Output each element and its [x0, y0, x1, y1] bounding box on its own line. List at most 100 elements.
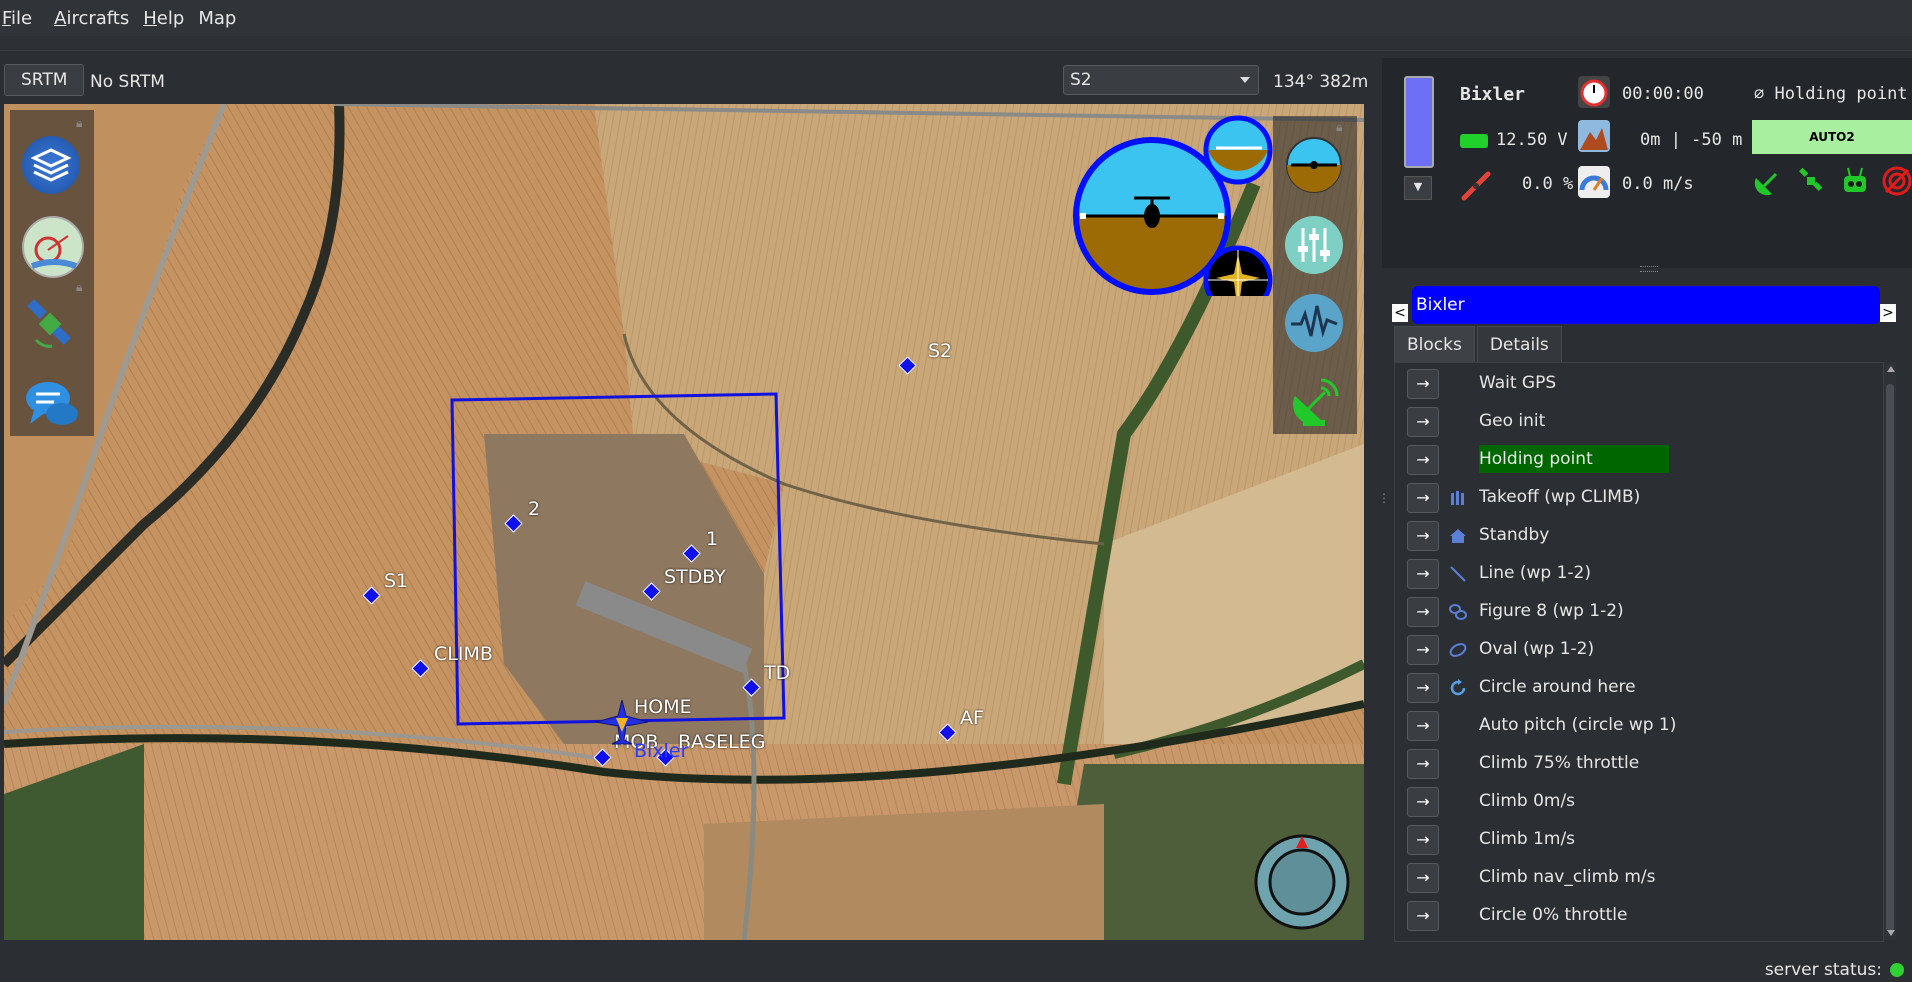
figure8-icon	[1449, 603, 1467, 621]
aircraft-tab-label: Bixler	[1416, 295, 1465, 315]
active-block-label: Holding point	[1479, 445, 1669, 473]
chevron-down-icon[interactable]: ▼	[1404, 176, 1432, 200]
kill-switch-icon[interactable]	[1882, 166, 1912, 196]
block-row[interactable]: → Climb nav_climb m/s	[1395, 859, 1875, 897]
chevron-down-icon	[1240, 77, 1250, 83]
flightplan-icon[interactable]	[22, 216, 84, 278]
waypoint-label: S2	[928, 340, 953, 362]
takeoff-icon	[1449, 489, 1467, 507]
menu-help[interactable]: Help	[143, 8, 194, 29]
server-status-led	[1890, 963, 1904, 977]
home-icon	[1449, 527, 1467, 545]
tab-bar: Blocks Details	[1394, 326, 1564, 364]
map-tool-stack	[10, 110, 94, 436]
antenna-icon[interactable]	[1285, 372, 1343, 430]
menu-bar: File Aircrafts Help Map	[0, 0, 1912, 37]
prev-aircraft-button[interactable]: <	[1392, 304, 1408, 322]
waypoint-label: AF	[960, 707, 984, 729]
battery-voltage: 12.50 V	[1496, 130, 1568, 150]
altitude-readout: 0m | -50 m	[1640, 130, 1743, 150]
goto-block-button[interactable]: →	[1407, 749, 1439, 779]
waypoint-label: TD	[764, 662, 791, 684]
srtm-status: No SRTM	[90, 72, 165, 92]
scroll-down-icon[interactable]	[1887, 930, 1895, 936]
srtm-button[interactable]: SRTM	[4, 64, 85, 96]
goto-block-button[interactable]: →	[1407, 711, 1439, 741]
block-label: Geo init	[1479, 411, 1546, 431]
aircraft-map-label: Bixler	[634, 740, 689, 762]
next-aircraft-button[interactable]: >	[1880, 304, 1896, 322]
tab-blocks[interactable]: Blocks	[1394, 326, 1475, 364]
strip-color-bar[interactable]	[1404, 76, 1434, 168]
throttle-readout: 0.0 %	[1522, 174, 1574, 194]
block-row[interactable]: → Climb 0m/s	[1395, 783, 1875, 821]
aircraft-tab[interactable]: Bixler	[1412, 286, 1880, 324]
sliders-icon[interactable]	[1285, 216, 1343, 274]
server-status-label: server status:	[1764, 960, 1882, 980]
goto-block-button[interactable]: →	[1407, 863, 1439, 893]
goto-block-button[interactable]: →	[1407, 787, 1439, 817]
block-label: Oval (wp 1-2)	[1479, 639, 1595, 659]
goto-block-button[interactable]: →	[1407, 521, 1439, 551]
resize-handle[interactable]	[1640, 266, 1658, 272]
block-label: Standby	[1479, 525, 1550, 545]
mode-badge[interactable]: AUTO2	[1752, 120, 1912, 154]
block-row[interactable]: → Geo init	[1395, 403, 1875, 441]
waveform-icon[interactable]	[1285, 294, 1343, 352]
block-row[interactable]: → Auto pitch (circle wp 1)	[1395, 707, 1875, 745]
attitude-small-icon[interactable]	[1285, 136, 1343, 194]
block-label: Auto pitch (circle wp 1)	[1479, 715, 1677, 735]
goto-block-button[interactable]: →	[1407, 369, 1439, 399]
block-row[interactable]: → Climb 75% throttle	[1395, 745, 1875, 783]
block-row[interactable]: → Wait GPS	[1395, 365, 1875, 403]
block-label: Climb 1m/s	[1479, 829, 1576, 849]
goto-block-button[interactable]: →	[1407, 559, 1439, 589]
gauge-icon	[1578, 166, 1610, 198]
flight-time: 00:00:00	[1622, 84, 1704, 104]
layers-icon[interactable]	[22, 136, 80, 194]
chat-icon[interactable]	[22, 374, 80, 432]
goto-block-button[interactable]: →	[1407, 483, 1439, 513]
goto-block-button[interactable]: →	[1407, 407, 1439, 437]
block-row[interactable]: → Climb 1m/s	[1395, 821, 1875, 859]
block-row[interactable]: → Figure 8 (wp 1-2)	[1395, 593, 1875, 631]
instrument-stack	[1273, 116, 1357, 434]
attitude-indicator[interactable]	[1070, 114, 1274, 296]
block-row[interactable]: → Circle around here	[1395, 669, 1875, 707]
waypoint-label: S1	[384, 570, 409, 592]
block-row[interactable]: → Takeoff (wp CLIMB)	[1395, 479, 1875, 517]
aircraft-name: Bixler	[1460, 84, 1526, 105]
goto-block-button[interactable]: →	[1407, 901, 1439, 931]
menu-file[interactable]: File	[2, 8, 42, 29]
block-label: Climb 0m/s	[1479, 791, 1576, 811]
waypoint-select[interactable]: S2	[1063, 65, 1259, 95]
link-ok-icon	[1754, 172, 1778, 196]
splitter-handle[interactable]: ⋮	[1378, 492, 1390, 504]
menu-aircrafts[interactable]: Aircrafts	[54, 8, 139, 29]
scroll-up-icon[interactable]	[1887, 366, 1895, 372]
block-row[interactable]: → Holding point	[1395, 441, 1875, 479]
line-icon	[1449, 565, 1467, 583]
compass-widget[interactable]	[1252, 832, 1352, 932]
waypoint-label: 1	[706, 528, 719, 550]
current-block-indicator: ⌀ Holding point	[1754, 84, 1908, 104]
tab-details[interactable]: Details	[1476, 326, 1562, 364]
goto-block-button[interactable]: →	[1407, 825, 1439, 855]
block-row[interactable]: → Line (wp 1-2)	[1395, 555, 1875, 593]
goto-block-button[interactable]: →	[1407, 673, 1439, 703]
blocks-scrollbar-thumb[interactable]	[1886, 384, 1894, 932]
goto-block-button[interactable]: →	[1407, 597, 1439, 627]
waypoint-label: 2	[528, 498, 541, 520]
goto-block-button[interactable]: →	[1407, 445, 1439, 475]
block-row[interactable]: → Oval (wp 1-2)	[1395, 631, 1875, 669]
block-row[interactable]: → Standby	[1395, 517, 1875, 555]
satellite-icon[interactable]	[22, 296, 80, 354]
circle-icon	[1449, 679, 1467, 697]
block-label: Circle 0% throttle	[1479, 905, 1628, 925]
block-row[interactable]: → Circle 0% throttle	[1395, 897, 1875, 935]
climb-rate: 0.0 m/s	[1622, 174, 1694, 194]
block-label: Circle around here	[1479, 677, 1636, 697]
status-bar: server status:	[0, 956, 1912, 982]
goto-block-button[interactable]: →	[1407, 635, 1439, 665]
menu-map[interactable]: Map	[198, 8, 246, 29]
